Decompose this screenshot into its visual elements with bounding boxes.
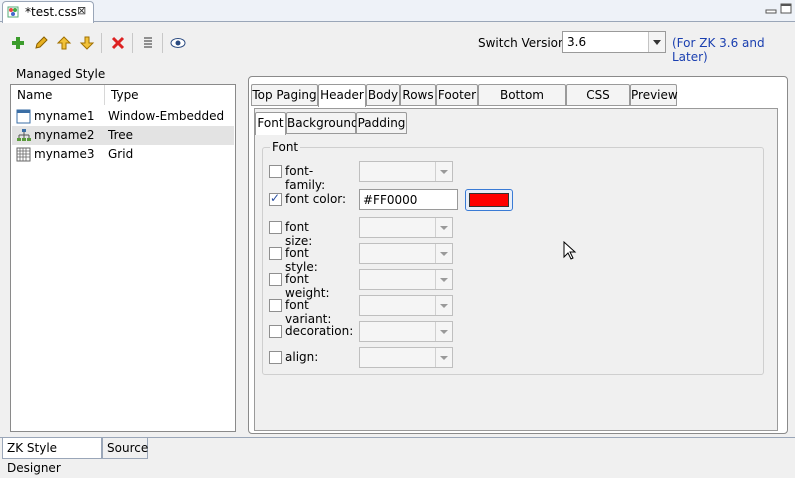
font-style-label: font style: <box>285 246 318 274</box>
tab-css-result[interactable]: CSS Result <box>566 84 630 123</box>
font-variant-select[interactable] <box>359 295 453 316</box>
table-row[interactable]: myname3 Grid <box>12 145 234 164</box>
chevron-down-icon[interactable] <box>648 32 665 52</box>
font-variant-label: font variant: <box>285 298 332 326</box>
chevron-down-icon[interactable] <box>435 322 452 341</box>
chevron-down-icon[interactable] <box>435 296 452 315</box>
tab-zk-style-designer[interactable]: ZK Style Designer <box>2 438 102 475</box>
tab-top-paging[interactable]: Top Paging <box>251 84 318 106</box>
tab-rows[interactable]: Rows <box>400 84 436 106</box>
move-down-icon[interactable] <box>79 35 95 51</box>
tab-preview[interactable]: Preview <box>630 84 678 106</box>
toolbar-separator <box>132 33 133 53</box>
managed-style-table[interactable]: Name Type myname1 Window-Embedded myname… <box>10 84 236 432</box>
chevron-down-icon[interactable] <box>435 218 452 237</box>
row-name: myname2 <box>34 128 95 142</box>
sub-tab-bar: Font Background Padding <box>255 112 555 135</box>
font-family-select[interactable] <box>359 161 453 182</box>
decoration-label: decoration: <box>285 324 354 338</box>
chevron-down-icon[interactable] <box>435 348 452 367</box>
minimize-icon[interactable] <box>764 3 778 15</box>
add-icon[interactable] <box>10 35 26 51</box>
font-size-label: font size: <box>285 220 313 248</box>
css-file-icon <box>7 6 19 18</box>
editor-tab-title: *test.css <box>25 5 77 19</box>
font-color-checkbox[interactable] <box>269 191 282 206</box>
font-style-checkbox[interactable] <box>269 247 282 260</box>
row-type: Window-Embedded <box>108 109 225 123</box>
align-label: align: <box>285 350 319 364</box>
close-tab-icon[interactable]: ⊠ <box>77 4 86 17</box>
color-swatch <box>469 193 509 207</box>
maximize-icon[interactable] <box>779 3 793 15</box>
toolbar: Switch Version: 3.6 (For ZK 3.6 and Late… <box>0 23 795 65</box>
tab-padding[interactable]: Padding <box>356 112 407 134</box>
decoration-checkbox[interactable] <box>269 325 282 338</box>
bottom-tab-bar: ZK Style Designer Source <box>0 437 795 475</box>
tab-footer[interactable]: Footer <box>436 84 478 106</box>
editor-tab-strip: *test.css ⊠ <box>0 0 795 23</box>
column-header-type[interactable]: Type <box>105 85 235 105</box>
tree-icon <box>17 129 31 141</box>
font-color-label: font color: <box>285 192 347 206</box>
tab-background[interactable]: Background <box>286 112 359 134</box>
tab-source[interactable]: Source <box>102 438 148 459</box>
row-name: myname1 <box>34 109 95 123</box>
version-value: 3.6 <box>567 35 587 49</box>
decoration-select[interactable] <box>359 321 453 342</box>
delete-icon[interactable] <box>110 35 126 51</box>
row-type: Grid <box>108 147 134 161</box>
managed-style-legend: Managed Style <box>14 67 108 81</box>
grid-icon <box>16 147 31 162</box>
font-group-legend: Font <box>270 140 301 154</box>
font-weight-label: font weight: <box>285 272 330 300</box>
tab-body[interactable]: Body <box>366 84 400 106</box>
font-variant-checkbox[interactable] <box>269 299 282 312</box>
editor-tab[interactable]: *test.css ⊠ <box>2 1 94 23</box>
font-size-select[interactable] <box>359 217 453 238</box>
toolbar-separator <box>162 33 163 53</box>
font-group: Font <box>262 140 764 375</box>
font-weight-checkbox[interactable] <box>269 273 282 286</box>
mouse-cursor-icon <box>563 241 577 260</box>
font-style-select[interactable] <box>359 243 453 264</box>
version-note: (For ZK 3.6 and Later) <box>672 36 765 64</box>
font-weight-select[interactable] <box>359 269 453 290</box>
chevron-down-icon[interactable] <box>435 162 452 181</box>
table-row[interactable]: myname1 Window-Embedded <box>12 107 234 126</box>
list-icon[interactable] <box>140 35 156 51</box>
align-checkbox[interactable] <box>269 351 282 364</box>
font-family-label: font-family: <box>285 164 326 192</box>
toolbar-separator <box>101 33 102 53</box>
chevron-down-icon[interactable] <box>435 244 452 263</box>
tab-header[interactable]: Header <box>318 84 366 107</box>
row-name: myname3 <box>34 147 95 161</box>
move-up-icon[interactable] <box>56 35 72 51</box>
color-picker-button[interactable] <box>465 189 513 211</box>
font-size-checkbox[interactable] <box>269 221 282 234</box>
font-color-value: #FF0000 <box>363 193 418 207</box>
chevron-down-icon[interactable] <box>435 270 452 289</box>
row-type: Tree <box>108 128 134 142</box>
tab-font[interactable]: Font <box>255 112 286 135</box>
switch-version-label: Switch Version: <box>478 36 570 50</box>
table-row[interactable]: myname2 Tree <box>12 126 234 145</box>
window-icon <box>16 109 31 124</box>
edit-pencil-icon[interactable] <box>33 35 49 51</box>
main-tab-bar: Top Paging Header Body Rows Footer Botto… <box>251 84 781 123</box>
font-color-row: font color: #FF0000 <box>269 189 529 211</box>
font-color-input[interactable]: #FF0000 <box>359 189 458 210</box>
version-select[interactable]: 3.6 <box>562 31 666 53</box>
tab-bottom-paging[interactable]: Bottom Paging <box>478 84 566 123</box>
preview-eye-icon[interactable] <box>170 35 186 51</box>
align-select[interactable] <box>359 347 453 368</box>
column-header-name[interactable]: Name <box>11 85 105 105</box>
font-family-checkbox[interactable] <box>269 165 282 178</box>
